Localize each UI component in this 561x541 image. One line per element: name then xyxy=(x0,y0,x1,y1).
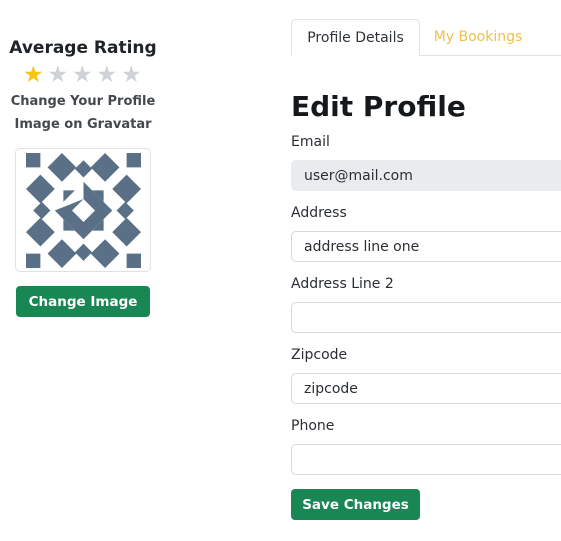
gravatar-note-line-2: Image on Gravatar xyxy=(14,117,152,132)
zipcode-label: Zipcode xyxy=(291,347,348,363)
address-label: Address xyxy=(291,205,347,221)
email-label: Email xyxy=(291,134,330,150)
avatar xyxy=(15,148,151,272)
zipcode-field[interactable] xyxy=(291,373,561,404)
gravatar-note-line-1: Change Your Profile xyxy=(10,94,156,109)
profile-tabs: Profile Details My Bookings xyxy=(291,19,561,56)
gravatar-note: Change Your Profile Image on Gravatar xyxy=(0,90,166,136)
page-title: Edit Profile xyxy=(291,90,466,123)
save-changes-button[interactable]: Save Changes xyxy=(291,489,420,520)
tab-my-bookings[interactable]: My Bookings xyxy=(425,19,531,55)
email-field[interactable] xyxy=(291,160,561,191)
identicon-avatar-icon xyxy=(25,152,141,268)
phone-field[interactable] xyxy=(291,444,561,475)
star-icon: ★ xyxy=(120,62,142,88)
address-line-2-label: Address Line 2 xyxy=(291,276,394,292)
phone-label: Phone xyxy=(291,418,335,434)
star-icon: ★ xyxy=(47,62,69,88)
star-rating: ★ ★ ★ ★ ★ xyxy=(21,62,144,88)
star-icon: ★ xyxy=(71,62,93,88)
star-icon: ★ xyxy=(96,62,118,88)
change-image-button[interactable]: Change Image xyxy=(16,286,150,317)
address-line-2-field[interactable] xyxy=(291,302,561,333)
average-rating-title: Average Rating xyxy=(9,38,157,58)
tab-profile-details[interactable]: Profile Details xyxy=(291,19,420,56)
star-icon: ★ xyxy=(22,62,44,88)
address-field[interactable] xyxy=(291,231,561,262)
